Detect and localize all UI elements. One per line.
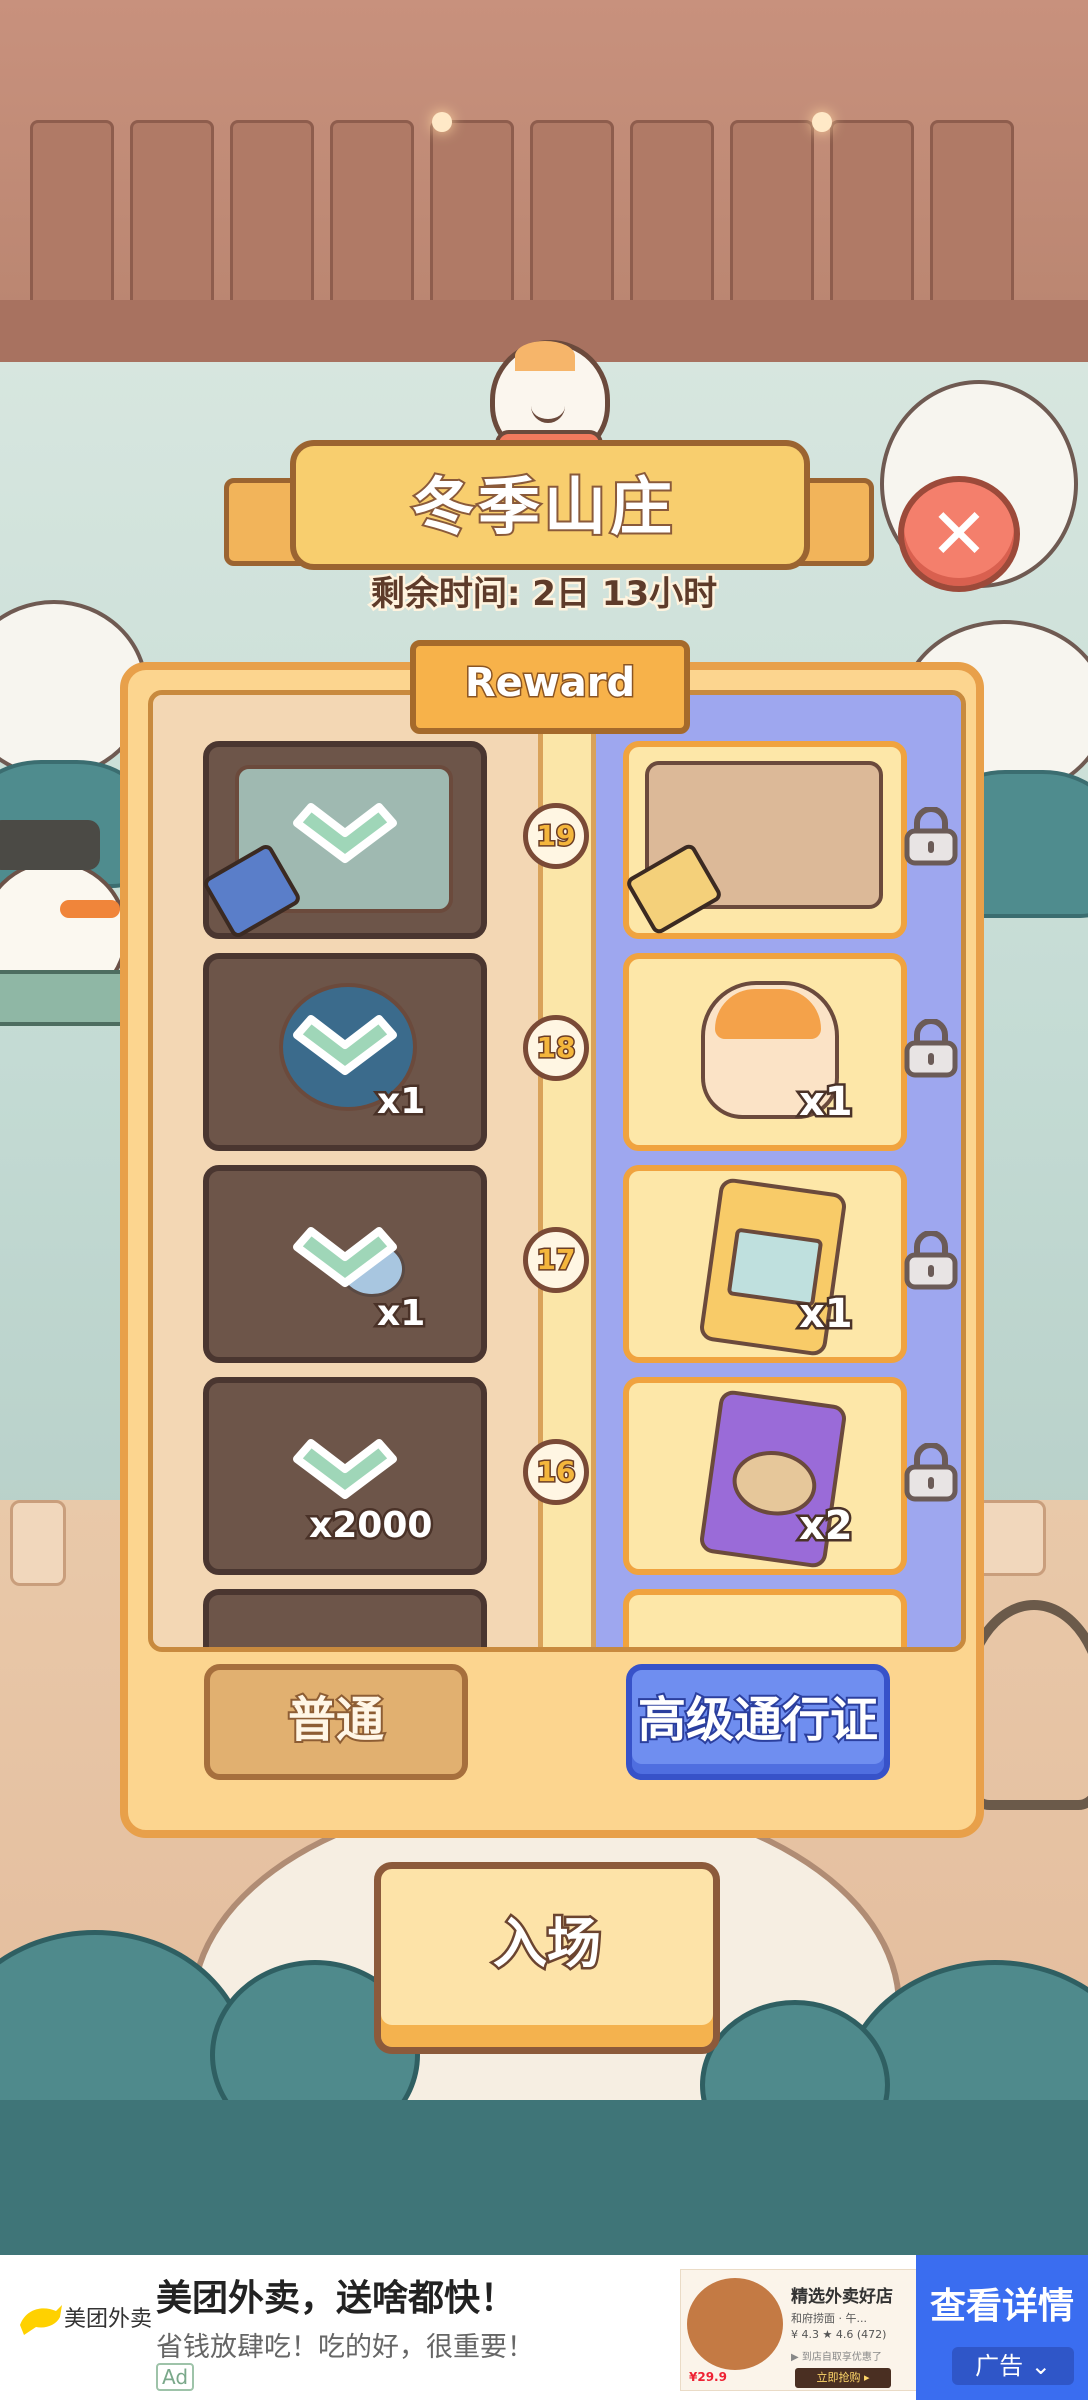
ad-subline: 省钱放肆吃！吃的好，很重要！ — [156, 2332, 534, 2363]
wall-light — [432, 112, 452, 132]
reward-quantity: x1 — [797, 1289, 856, 1340]
reward-quantity: x1 — [374, 1291, 427, 1337]
free-reward-slot[interactable]: x1 — [203, 1165, 487, 1363]
level-number: 18 — [535, 1030, 577, 1066]
wall-plank — [230, 120, 314, 316]
normal-pass-button[interactable]: 普通 — [204, 1664, 468, 1780]
reward-quantity: x1 — [374, 1079, 427, 1125]
snowman-nose — [60, 900, 120, 918]
remaining-time: 剩余时间: 2日 13小时 — [368, 572, 719, 617]
premium-reward-slot[interactable] — [623, 741, 907, 939]
reward-list[interactable]: 19 x1 18 x1 x1 17 x1 x2000 16 x2 — [148, 690, 966, 1652]
lock-icon — [904, 807, 958, 866]
title-banner: 冬季山庄 — [224, 430, 874, 570]
cat-smile — [531, 405, 565, 423]
ad-card-price: ¥29.9 — [689, 2370, 727, 2384]
premium-pass-label: 高级通行证 — [636, 1690, 880, 1750]
normal-pass-label: 普通 — [286, 1690, 386, 1750]
ad-brand-name: 美团外卖 — [64, 2307, 153, 2332]
ad-card-title: 精选外卖好店 — [791, 2287, 893, 2307]
free-reward-slot[interactable]: x2000 — [203, 1377, 487, 1575]
enter-button[interactable]: 入场 — [374, 1862, 720, 2054]
free-reward-slot[interactable]: x1 — [203, 953, 487, 1151]
reward-quantity: x1 — [797, 1077, 856, 1128]
close-button[interactable]: ✕ — [898, 476, 1020, 592]
ad-product-card[interactable]: 精选外卖好店 和府捞面 · 午... ¥ 4.3 ★ 4.6 (472) ▶ 到… — [680, 2269, 922, 2391]
fence-post — [10, 1500, 66, 1586]
checkmark-icon — [293, 803, 397, 863]
wall-plank — [630, 120, 714, 316]
wall-plank — [730, 120, 814, 316]
level-number: 17 — [535, 1242, 577, 1278]
reward-quantity: x2 — [797, 1501, 856, 1552]
orange-cat — [715, 989, 821, 1039]
ad-label-text: 广告 — [975, 2352, 1024, 2380]
premium-reward-slot[interactable]: x1 — [623, 1165, 907, 1363]
foliage-strip — [0, 2100, 1088, 2255]
level-badge: 17 — [523, 1227, 589, 1293]
ad-tag: Ad — [156, 2363, 195, 2391]
wall-plank — [530, 120, 614, 316]
checkmark-icon — [293, 1439, 397, 1499]
level-number: 16 — [535, 1454, 577, 1490]
wall-plank — [30, 120, 114, 316]
level-badge: 19 — [523, 803, 589, 869]
close-icon: ✕ — [929, 493, 989, 575]
event-title: 冬季山庄 — [410, 468, 676, 545]
wall-light — [812, 112, 832, 132]
noodle-bowl-image — [687, 2278, 783, 2370]
enter-label: 入场 — [491, 1910, 604, 1978]
chevron-down-icon: ⌄ — [1030, 2352, 1051, 2380]
premium-reward-slot[interactable] — [623, 1589, 907, 1647]
ad-headline: 美团外卖，送啥都快！ — [156, 2278, 517, 2319]
wall-plank — [830, 120, 914, 316]
reward-quantity: x2000 — [306, 1503, 434, 1549]
checkmark-icon — [293, 1227, 397, 1287]
ad-card-line: 和府捞面 · 午... — [791, 2312, 867, 2325]
checkmark-icon — [293, 1015, 397, 1075]
lock-icon — [904, 1443, 958, 1502]
reward-tab-label: Reward — [463, 659, 636, 708]
premium-reward-slot[interactable]: x1 — [623, 953, 907, 1151]
kangaroo-logo-icon — [20, 2305, 62, 2335]
ad-card-buy-button[interactable]: 立即抢购 ▸ — [795, 2368, 891, 2388]
free-reward-slot[interactable] — [203, 1589, 487, 1647]
wall-plank — [330, 120, 414, 316]
reward-panel: 19 x1 18 x1 x1 17 x1 x2000 16 x2 — [120, 662, 984, 1838]
ad-cta-label: 查看详情 — [929, 2286, 1074, 2327]
ad-banner[interactable]: 美团外卖 美团外卖，送啥都快！ 省钱放肆吃！吃的好，很重要！ Ad 精选外卖好店… — [0, 2255, 1088, 2400]
wall-plank — [930, 120, 1014, 316]
free-reward-slot[interactable] — [201, 741, 487, 940]
level-badge: 16 — [523, 1439, 589, 1505]
snowman-hat — [0, 820, 100, 870]
premium-reward-slot[interactable]: x2 — [623, 1377, 907, 1575]
wall-plank — [430, 120, 514, 316]
ad-label[interactable]: 广告 ⌄ — [952, 2347, 1074, 2385]
lock-icon — [904, 1019, 958, 1078]
wall-plank — [130, 120, 214, 316]
ad-card-line: ▶ 到店自取享优惠了 — [791, 2352, 882, 2363]
ad-card-line: ¥ 4.3 ★ 4.6 (472) — [791, 2328, 887, 2341]
reward-tab: Reward — [410, 640, 690, 734]
cat-patch — [515, 341, 575, 371]
premium-pass-button[interactable]: 高级通行证 — [626, 1664, 890, 1780]
level-number: 19 — [535, 818, 577, 854]
lock-icon — [904, 1231, 958, 1290]
level-badge: 18 — [523, 1015, 589, 1081]
